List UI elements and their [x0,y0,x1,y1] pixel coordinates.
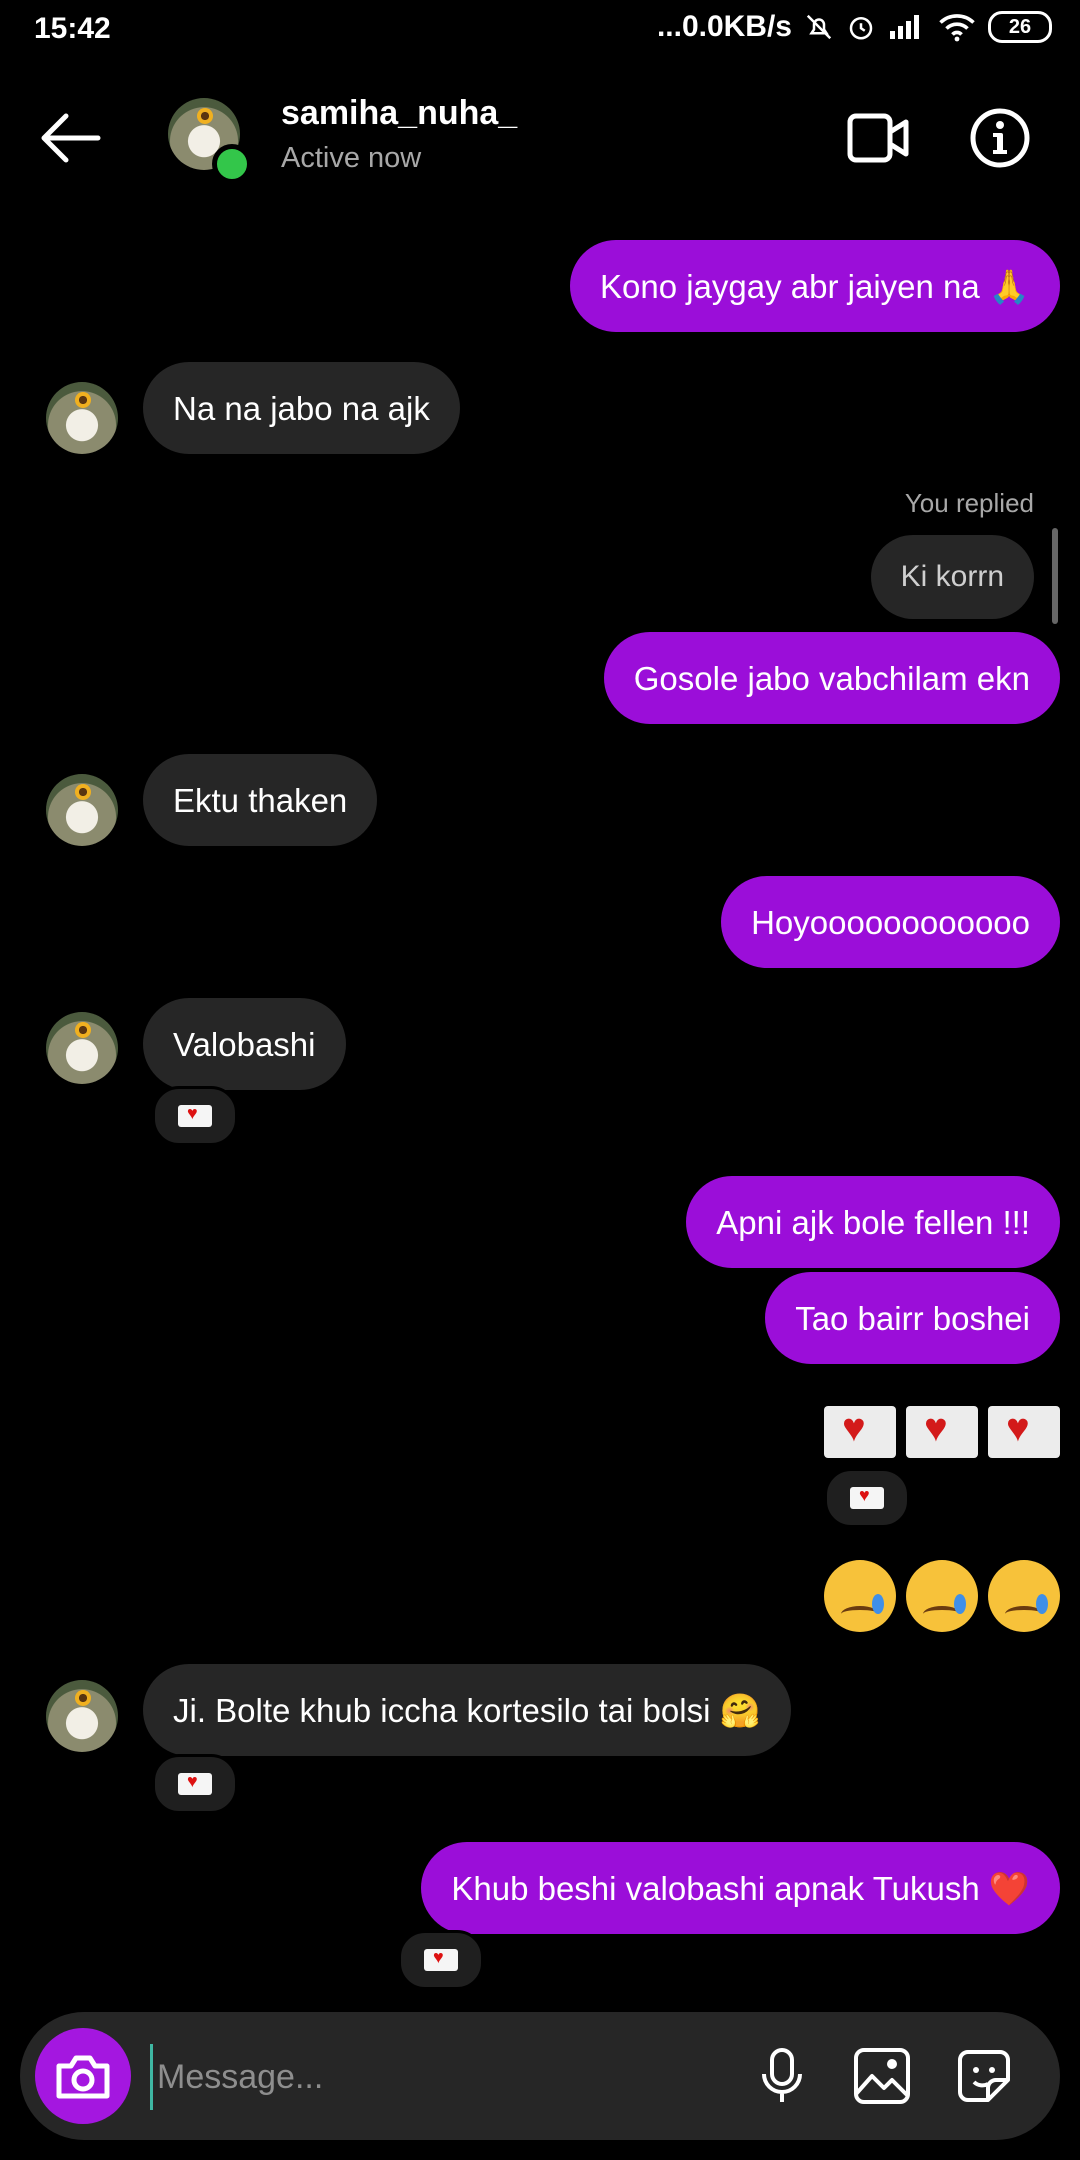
message-received[interactable]: Valobashi [143,998,346,1090]
status-time: 15:42 [34,12,111,45]
reply-label: You replied [904,488,1034,518]
gallery-icon[interactable] [850,2044,914,2108]
message-sent-emoji[interactable] [824,1560,1060,1632]
network-speed: ...0.0KB/s [656,10,792,43]
love-letter-icon [850,1485,884,1509]
message-text: Ki korrn [900,560,1004,593]
message-text: Kono jaygay abr jaiyen na 🙏 [599,267,1030,305]
message-received[interactable]: Na na jabo na ajk [143,362,460,454]
message-text: Na na jabo na ajk [173,389,430,427]
signal-icon [890,15,919,39]
message-text: Ji. Bolte khub iccha kortesilo tai bolsi… [173,1691,761,1729]
message-sent[interactable]: Khub beshi valobashi apnak Tukush ❤️ [421,1842,1060,1934]
mute-bell-icon [806,14,832,40]
crying-face-icon [824,1560,896,1632]
love-letter-icon [178,1771,212,1795]
reaction-badge[interactable] [152,1086,238,1146]
reaction-badge[interactable] [398,1930,484,1990]
reaction-badge[interactable] [824,1468,910,1528]
message-text: Khub beshi valobashi apnak Tukush ❤️ [451,1869,1030,1907]
camera-button[interactable] [35,2028,131,2124]
status-icons: ...0.0KB/s 26 [657,10,1052,44]
message-received[interactable]: Ektu thaken [143,754,378,846]
alarm-icon [849,17,873,40]
message-sent[interactable]: Tao bairr boshei [765,1272,1060,1364]
battery-indicator: 26 [988,11,1052,43]
sticker-icon[interactable] [952,2044,1016,2108]
chat-username[interactable]: samiha_nuha_ [281,94,517,133]
message-text: Hoyoooooooooooo [751,903,1030,941]
message-sent[interactable]: Apni ajk bole fellen !!! [686,1176,1060,1268]
online-indicator [212,144,252,184]
message-text: Valobashi [173,1025,316,1063]
active-status: Active now [281,142,422,174]
avatar[interactable] [46,774,118,846]
replied-to-message[interactable]: Ki korrn [870,535,1034,619]
crying-face-icon [906,1560,978,1632]
microphone-icon[interactable] [750,2044,814,2108]
camera-icon [56,2055,110,2099]
love-letter-icon [178,1103,212,1127]
chat-header: samiha_nuha_ Active now [0,80,1080,200]
avatar[interactable] [46,1012,118,1084]
message-sent[interactable]: Hoyoooooooooooo [721,876,1060,968]
love-letter-icon [824,1406,896,1458]
info-icon[interactable] [968,106,1032,170]
love-letter-icon [424,1947,458,1971]
battery-level: 26 [1008,15,1032,38]
message-sent[interactable]: Kono jaygay abr jaiyen na 🙏 [569,240,1060,332]
avatar[interactable] [46,1680,118,1752]
message-text: Gosole jabo vabchilam ekn [633,659,1030,697]
message-input[interactable] [150,2044,719,2110]
message-text: Apni ajk bole fellen !!! [716,1203,1030,1241]
crying-face-icon [988,1560,1060,1632]
love-letter-icon [988,1406,1060,1458]
message-sent[interactable]: Gosole jabo vabchilam ekn [603,632,1060,724]
scrollbar[interactable] [1052,528,1058,624]
message-sent-emoji[interactable] [824,1406,1060,1458]
wifi-icon [939,14,975,42]
message-text: Ektu thaken [173,781,348,819]
back-arrow-icon[interactable] [38,110,102,166]
status-bar: 15:42 ...0.0KB/s 26 [0,0,1080,60]
video-call-icon[interactable] [846,110,910,166]
love-letter-icon [906,1406,978,1458]
avatar[interactable] [46,382,118,454]
message-text: Tao bairr boshei [795,1299,1030,1337]
reaction-badge[interactable] [152,1754,238,1814]
message-received[interactable]: Ji. Bolte khub iccha kortesilo tai bolsi… [143,1664,791,1756]
